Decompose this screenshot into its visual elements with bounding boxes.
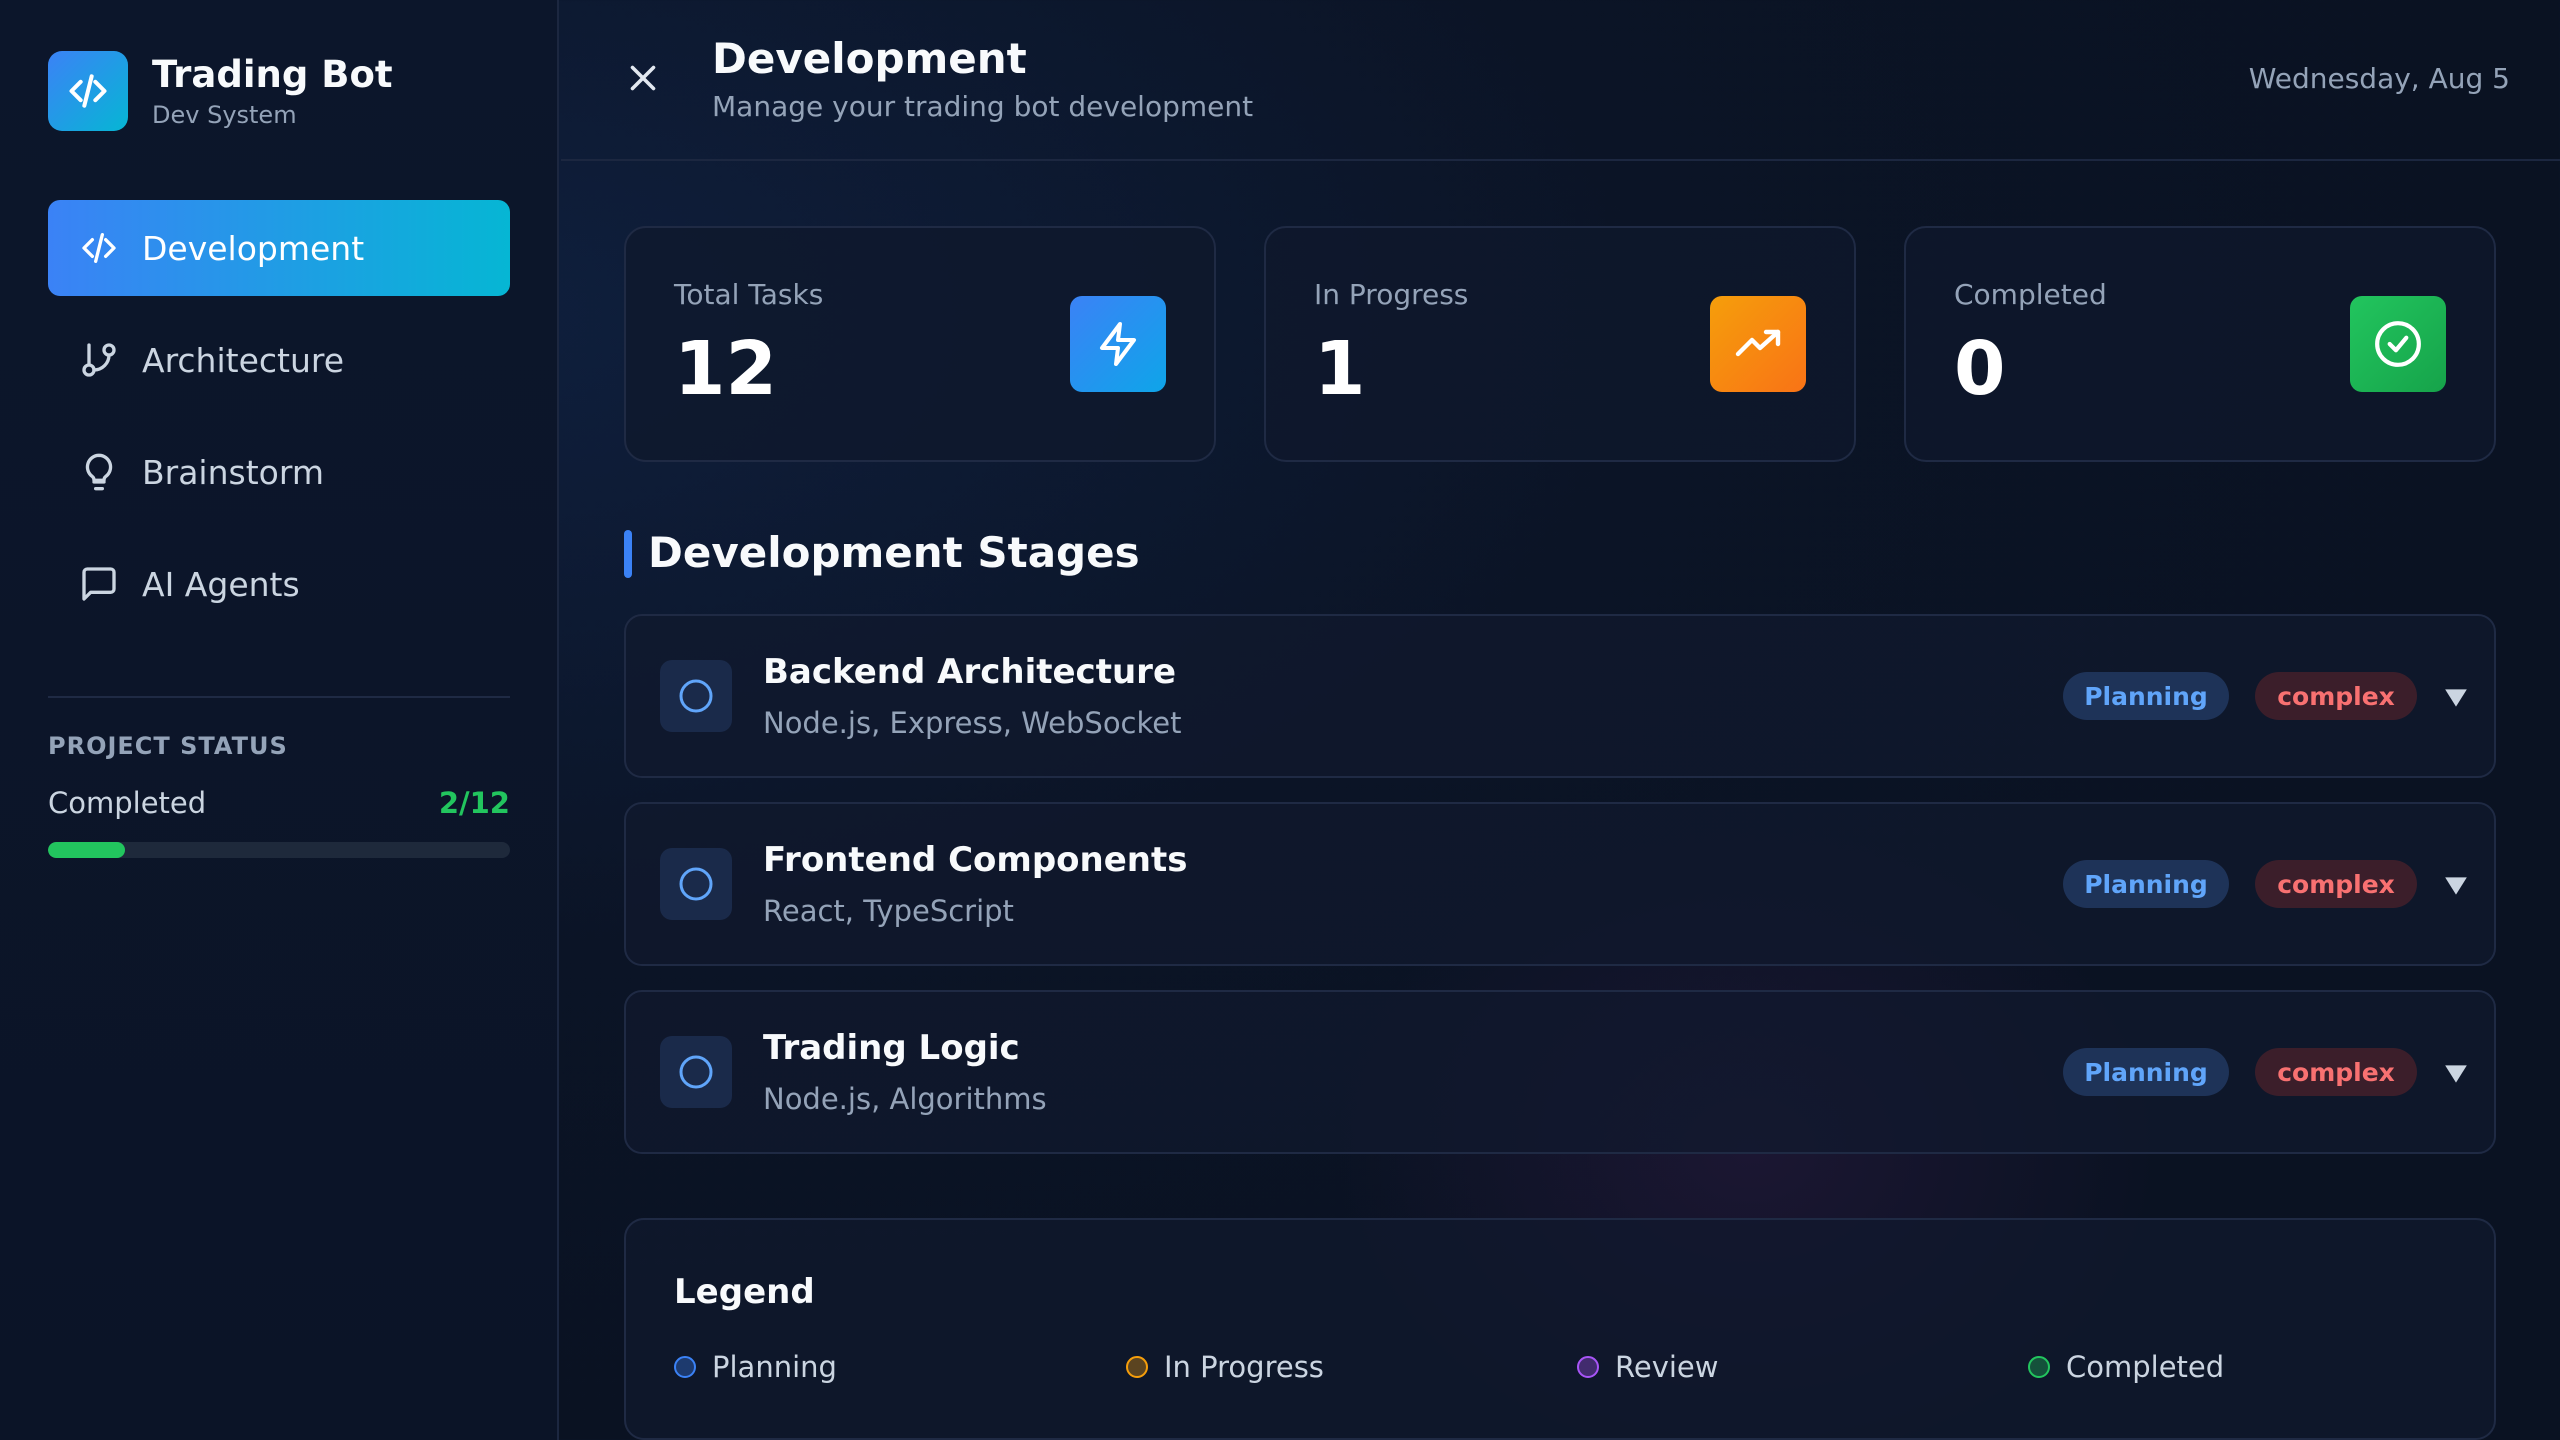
expand-button[interactable] — [2436, 1054, 2476, 1094]
expand-button[interactable] — [2436, 678, 2476, 718]
sidebar-item-label: Architecture — [142, 340, 345, 380]
project-progress-bar — [48, 842, 510, 858]
current-date: Wednesday, Aug 5 — [2248, 62, 2510, 95]
code-icon — [78, 227, 120, 269]
page-header: Development Manage your trading bot deve… — [561, 0, 2560, 161]
stage-name: Trading Logic — [763, 1028, 1020, 1068]
stage-status-toggle[interactable] — [660, 1036, 732, 1108]
legend-label: In Progress — [1164, 1350, 1324, 1384]
legend-item-planning: Planning — [674, 1350, 837, 1384]
stat-value: 12 — [674, 326, 777, 412]
brand-subtitle: Dev System — [152, 101, 297, 129]
legend-panel: Legend Planning In Progress Review Compl… — [624, 1218, 2496, 1440]
status-dot — [2028, 1356, 2050, 1378]
code-icon — [48, 51, 128, 131]
stat-label: Completed — [1954, 278, 2107, 311]
sidebar-item-architecture[interactable]: Architecture — [48, 312, 510, 408]
sidebar-item-label: Development — [142, 228, 365, 268]
lightbulb-icon — [78, 451, 120, 493]
status-dot — [1126, 1356, 1148, 1378]
circle-icon — [679, 679, 713, 713]
stage-tech: React, TypeScript — [763, 894, 1014, 928]
check-circle-icon — [2350, 296, 2446, 392]
stat-card-completed: Completed 0 — [1904, 226, 2496, 462]
zap-icon — [1070, 296, 1166, 392]
chevron-down-icon — [2445, 689, 2467, 707]
section-accent-bar — [624, 530, 632, 578]
page-subtitle: Manage your trading bot development — [712, 90, 1254, 123]
message-square-icon — [78, 563, 120, 605]
brand-title: Trading Bot — [152, 53, 393, 96]
legend-label: Review — [1615, 1350, 1719, 1384]
sidebar-item-label: AI Agents — [142, 564, 300, 604]
chevron-down-icon — [2445, 877, 2467, 895]
project-status-count: 2/12 — [438, 786, 510, 820]
stat-label: In Progress — [1314, 278, 1469, 311]
complexity-badge: complex — [2255, 672, 2417, 720]
page-title: Development — [712, 34, 1027, 83]
stage-status-toggle[interactable] — [660, 660, 732, 732]
stage-status-toggle[interactable] — [660, 848, 732, 920]
brand: Trading Bot Dev System — [48, 51, 393, 131]
stage-name: Backend Architecture — [763, 652, 1176, 692]
stat-label: Total Tasks — [674, 278, 824, 311]
chevron-down-icon — [2445, 1065, 2467, 1083]
stage-card[interactable]: Backend Architecture Node.js, Express, W… — [624, 614, 2496, 778]
expand-button[interactable] — [2436, 866, 2476, 906]
project-status-row: Completed 2/12 — [48, 786, 510, 820]
trending-up-icon — [1710, 296, 1806, 392]
sidebar-item-development[interactable]: Development — [48, 200, 510, 296]
sidebar-divider — [48, 696, 510, 698]
sidebar-item-label: Brainstorm — [142, 452, 324, 492]
legend-item-in-progress: In Progress — [1126, 1350, 1324, 1384]
legend-label: Planning — [712, 1350, 837, 1384]
close-button[interactable] — [621, 56, 665, 100]
stat-card-total-tasks: Total Tasks 12 — [624, 226, 1216, 462]
sidebar-item-ai-agents[interactable]: AI Agents — [48, 536, 510, 632]
circle-icon — [679, 1055, 713, 1089]
legend-item-completed: Completed — [2028, 1350, 2224, 1384]
status-badge: Planning — [2063, 672, 2229, 720]
legend-label: Completed — [2066, 1350, 2225, 1384]
sidebar-nav: Development Architecture Brainstorm AI A… — [48, 200, 510, 648]
sidebar: Trading Bot Dev System Development Archi… — [0, 0, 559, 1440]
stage-card[interactable]: Trading Logic Node.js, Algorithms Planni… — [624, 990, 2496, 1154]
close-icon — [630, 65, 656, 91]
stage-name: Frontend Components — [763, 840, 1188, 880]
complexity-badge: complex — [2255, 860, 2417, 908]
section-title: Development Stages — [648, 528, 1140, 577]
stat-value: 1 — [1314, 326, 1366, 412]
project-status-title: PROJECT STATUS — [48, 732, 288, 760]
legend-title: Legend — [674, 1272, 815, 1312]
status-dot — [1577, 1356, 1599, 1378]
git-branch-icon — [78, 339, 120, 381]
stage-card[interactable]: Frontend Components React, TypeScript Pl… — [624, 802, 2496, 966]
complexity-badge: complex — [2255, 1048, 2417, 1096]
project-status-label: Completed — [48, 786, 207, 820]
status-badge: Planning — [2063, 860, 2229, 908]
stat-value: 0 — [1954, 326, 2006, 412]
circle-icon — [679, 867, 713, 901]
stage-tech: Node.js, Express, WebSocket — [763, 706, 1182, 740]
status-dot — [674, 1356, 696, 1378]
stage-tech: Node.js, Algorithms — [763, 1082, 1047, 1116]
legend-item-review: Review — [1577, 1350, 1718, 1384]
project-progress-fill — [48, 842, 125, 858]
stat-card-in-progress: In Progress 1 — [1264, 226, 1856, 462]
sidebar-item-brainstorm[interactable]: Brainstorm — [48, 424, 510, 520]
status-badge: Planning — [2063, 1048, 2229, 1096]
